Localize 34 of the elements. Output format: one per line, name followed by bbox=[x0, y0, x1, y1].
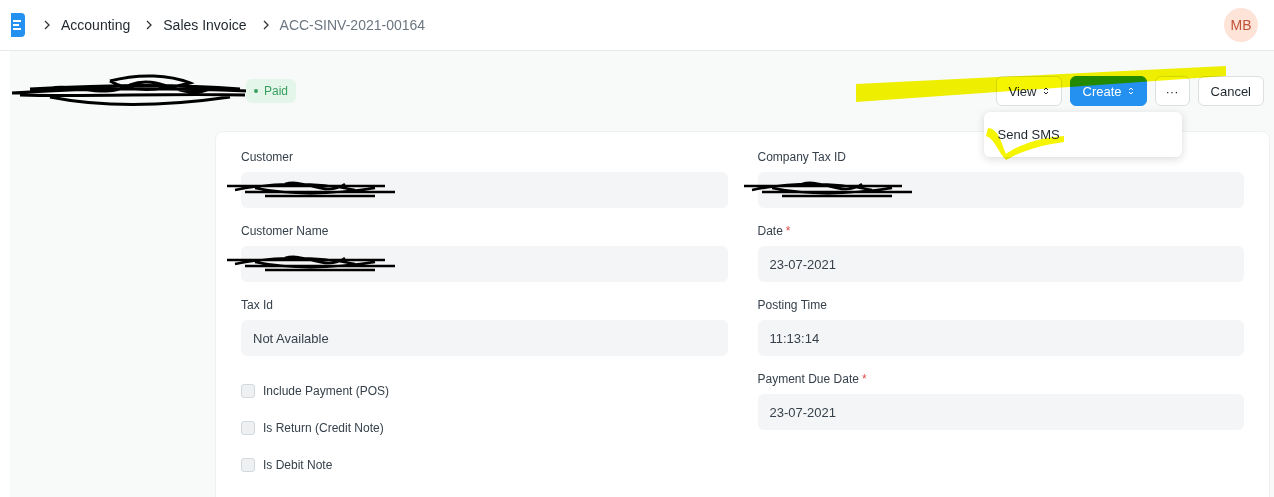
required-mark: * bbox=[861, 372, 867, 386]
action-button[interactable]: Cancel bbox=[1197, 76, 1264, 106]
status-badge: Paid bbox=[246, 79, 297, 103]
menu-item[interactable]: Send SMS bbox=[983, 120, 1182, 149]
user-avatar[interactable]: MB bbox=[1224, 8, 1258, 42]
input-field[interactable] bbox=[757, 172, 1244, 208]
field-label: Company Tax ID bbox=[757, 150, 847, 164]
field-label: Posting Time bbox=[757, 298, 828, 312]
checkbox[interactable] bbox=[241, 420, 255, 435]
breadcrumb-link[interactable]: Sales Invoice bbox=[163, 17, 247, 33]
input-field[interactable]: 23-07-2021 bbox=[757, 246, 1244, 282]
field-label: Tax Id bbox=[241, 298, 274, 312]
chevron-icon bbox=[43, 20, 51, 30]
chevron-icon bbox=[145, 20, 154, 30]
breadcrumb-link[interactable]: ACC-SINV-2021-00164 bbox=[279, 17, 426, 33]
required-mark: * bbox=[785, 224, 791, 238]
input-field[interactable]: 23-07-2021 bbox=[757, 394, 1244, 430]
breadcrumb-link[interactable]: Accounting bbox=[61, 17, 131, 33]
input-field[interactable] bbox=[241, 246, 728, 282]
chevron-icon bbox=[261, 20, 270, 30]
app-logo-icon[interactable] bbox=[11, 13, 25, 37]
field-label: Date * bbox=[757, 224, 792, 238]
caret-icon bbox=[1127, 86, 1134, 96]
checkbox-label: Is Return (Credit Note) bbox=[263, 420, 384, 435]
field-label: Payment Due Date * bbox=[757, 372, 868, 386]
field-label: Customer bbox=[241, 150, 294, 164]
input-field[interactable] bbox=[241, 172, 728, 208]
input-field[interactable]: Not Available bbox=[241, 320, 728, 356]
checkbox-label: Is Debit Note bbox=[263, 457, 333, 472]
checkbox-label: Include Payment (POS) bbox=[263, 383, 390, 398]
field-label: Customer Name bbox=[241, 224, 330, 238]
checkbox[interactable] bbox=[241, 383, 255, 398]
input-field[interactable]: 11:13:14 bbox=[757, 320, 1244, 356]
checkbox[interactable] bbox=[241, 457, 255, 472]
